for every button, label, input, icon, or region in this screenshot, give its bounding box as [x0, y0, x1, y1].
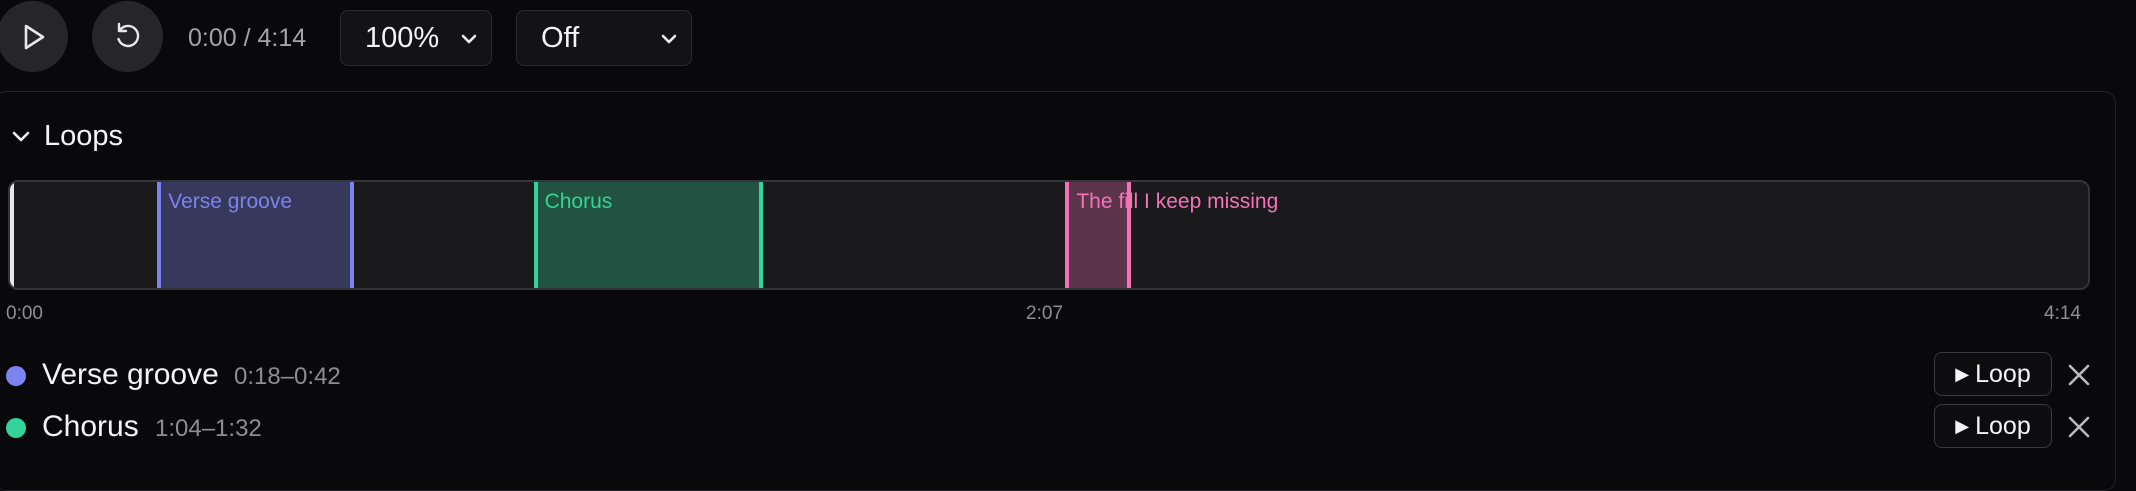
chevron-down-icon [461, 34, 477, 44]
region-start-handle[interactable] [1065, 182, 1070, 288]
timeline-region[interactable]: Chorus [533, 182, 763, 288]
close-icon [2068, 364, 2090, 386]
play-loop-button-label: Loop [1975, 411, 2031, 440]
region-start-handle[interactable] [157, 182, 162, 288]
region-end-handle[interactable] [758, 182, 763, 288]
player-toolbar: 0:00 / 4:14 100% Off [0, 0, 2136, 80]
loop-name[interactable]: Chorus [42, 410, 139, 444]
play-icon: ▶ [1955, 415, 1970, 436]
timeline-region-label: Chorus [544, 190, 613, 213]
play-loop-button-label: Loop [1975, 359, 2031, 388]
loop-color-dot [6, 418, 26, 438]
timeline-tick-label: 4:14 [2044, 303, 2081, 324]
loop-name[interactable]: Verse groove [42, 358, 219, 392]
delete-loop-button[interactable] [2066, 414, 2092, 440]
timeline-region-label: The fill I keep missing [1076, 190, 1279, 213]
chevron-down-icon [12, 131, 30, 142]
region-end-handle[interactable] [349, 182, 354, 288]
loop-list-item: Chorus 1:04–1:32 ▶ Loop [0, 404, 2136, 450]
play-icon: ▶ [1955, 363, 1970, 384]
timeline-tick-label: 2:07 [1026, 303, 1063, 324]
play-button[interactable] [0, 1, 68, 72]
timeline-region-label: Verse groove [168, 190, 292, 213]
speed-select[interactable]: 100% [340, 10, 492, 66]
time-readout: 0:00 / 4:14 [188, 24, 307, 52]
timeline-region[interactable]: The fill I keep missing [1065, 182, 1278, 288]
mode-select[interactable]: Off [516, 10, 692, 66]
chevron-down-icon [661, 34, 677, 44]
play-loop-button[interactable]: ▶ Loop [1934, 352, 2052, 396]
play-icon [24, 24, 44, 49]
timeline-tick-label: 0:00 [6, 303, 43, 324]
close-icon [2068, 416, 2090, 438]
loop-list-item: Verse groove 0:18–0:42 ▶ Loop [0, 352, 2136, 398]
restart-icon [116, 22, 139, 47]
loops-section-toggle[interactable]: Loops [10, 118, 123, 154]
loop-color-dot [6, 366, 26, 386]
play-loop-button[interactable]: ▶ Loop [1934, 404, 2052, 448]
delete-loop-button[interactable] [2066, 362, 2092, 388]
loop-range: 0:18–0:42 [234, 363, 341, 390]
playhead[interactable] [10, 182, 14, 288]
region-start-handle[interactable] [533, 182, 538, 288]
loops-section-title: Loops [44, 119, 124, 152]
loop-range: 1:04–1:32 [155, 415, 262, 442]
speed-select-value: 100% [365, 21, 440, 54]
timeline-region[interactable]: Verse groove [157, 182, 354, 288]
restart-button[interactable] [92, 1, 163, 72]
loop-timeline[interactable]: Verse groove Chorus The fill I keep missin… [8, 180, 2090, 290]
mode-select-value: Off [541, 21, 580, 54]
